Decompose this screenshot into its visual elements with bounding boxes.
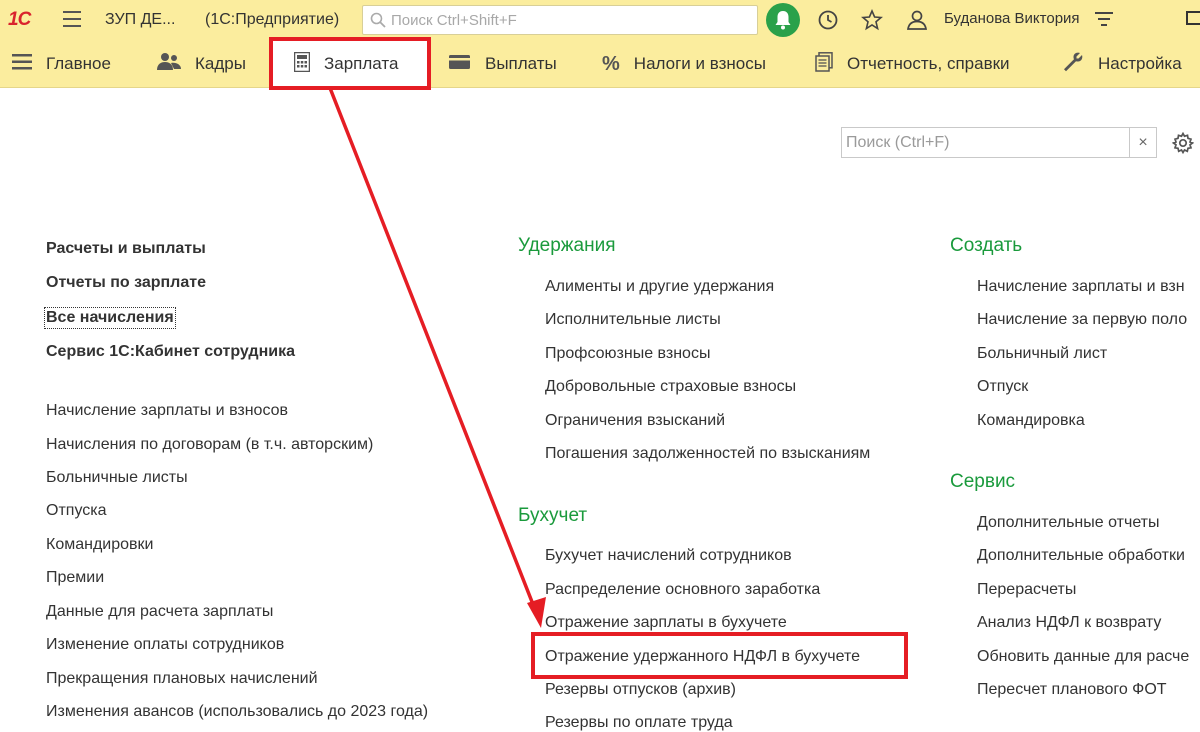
- group-title-create: Создать: [950, 235, 1023, 256]
- wrench-icon: [1062, 51, 1084, 78]
- menu-lines-icon: [12, 53, 32, 76]
- list-item[interactable]: Резервы по оплате труда: [545, 714, 733, 732]
- list-item[interactable]: Командировка: [977, 412, 1085, 430]
- section-taxes[interactable]: % Налоги и взносы: [602, 40, 766, 88]
- gear-icon[interactable]: [1172, 132, 1194, 154]
- content-search-placeholder: Поиск (Ctrl+F): [846, 134, 950, 151]
- global-search-placeholder: Поиск Ctrl+Shift+F: [391, 12, 517, 29]
- clear-search-button[interactable]: ×: [1129, 128, 1156, 157]
- people-icon: [157, 52, 181, 77]
- link-employee-cabinet-service[interactable]: Сервис 1С:Кабинет сотрудника: [46, 343, 295, 361]
- top-bar: 1С ЗУП ДЕ... (1С:Предприятие) Поиск Ctrl…: [0, 0, 1200, 40]
- section-label: Настройка: [1098, 54, 1182, 73]
- list-item[interactable]: Алименты и другие удержания: [545, 278, 774, 296]
- section-label: Кадры: [195, 54, 246, 73]
- section-label: Выплаты: [485, 54, 557, 73]
- list-item[interactable]: Начисления по договорам (в т.ч. авторски…: [46, 436, 373, 454]
- list-item[interactable]: Прекращения плановых начислений: [46, 670, 318, 688]
- list-item[interactable]: Дополнительные отчеты: [977, 514, 1160, 532]
- list-item[interactable]: Резервы отпусков (архив): [545, 681, 736, 699]
- list-item[interactable]: Исполнительные листы: [545, 311, 721, 329]
- window-maximize-icon[interactable]: [1186, 9, 1200, 27]
- section-label: Налоги и взносы: [633, 54, 766, 73]
- favorites-star-icon[interactable]: [861, 9, 883, 31]
- list-item[interactable]: Премии: [46, 569, 104, 587]
- list-item[interactable]: Добровольные страховые взносы: [545, 378, 796, 396]
- list-item[interactable]: Данные для расчета зарплаты: [46, 603, 273, 621]
- content-search-input[interactable]: Поиск (Ctrl+F) ×: [841, 127, 1157, 158]
- search-icon: [370, 12, 386, 28]
- settings-menu-icon[interactable]: [1094, 9, 1114, 29]
- user-icon[interactable]: [905, 9, 929, 31]
- app-title: ЗУП ДЕ...: [105, 11, 176, 28]
- history-icon[interactable]: [817, 9, 839, 31]
- notifications-bell-icon[interactable]: [766, 3, 800, 37]
- main-menu-icon[interactable]: [63, 11, 81, 27]
- list-item[interactable]: Больничные листы: [46, 469, 188, 487]
- list-item[interactable]: Отпуск: [977, 378, 1028, 396]
- list-item[interactable]: Начисление зарплаты и взн: [977, 278, 1185, 296]
- link-all-accruals[interactable]: Все начисления: [44, 307, 176, 329]
- list-item[interactable]: Анализ НДФЛ к возврату: [977, 614, 1161, 632]
- wallet-icon: [449, 54, 471, 75]
- section-label: Отчетность, справки: [847, 54, 1010, 73]
- app-logo[interactable]: 1С: [8, 9, 31, 31]
- user-name[interactable]: Буданова Виктория: [944, 10, 1080, 27]
- link-salary-reports[interactable]: Отчеты по зарплате: [46, 274, 206, 292]
- section-main[interactable]: Главное: [12, 40, 111, 88]
- sections-panel: Главное Кадры Зарплата Выплаты % Налоги …: [0, 40, 1200, 88]
- list-item[interactable]: Распределение основного заработка: [545, 581, 820, 599]
- list-item[interactable]: Дополнительные обработки: [977, 547, 1185, 565]
- list-item[interactable]: Пересчет планового ФОТ: [977, 681, 1167, 699]
- link-payroll-payments[interactable]: Расчеты и выплаты: [46, 240, 206, 258]
- group-title-deductions: Удержания: [518, 235, 616, 256]
- list-item[interactable]: Начисление зарплаты и взносов: [46, 402, 288, 420]
- section-payments[interactable]: Выплаты: [449, 40, 557, 88]
- list-item[interactable]: Перерасчеты: [977, 581, 1076, 599]
- group-title-accounting: Бухучет: [518, 505, 588, 526]
- list-item[interactable]: Бухучет начислений сотрудников: [545, 547, 792, 565]
- group-title-service: Сервис: [950, 471, 1016, 492]
- section-reports[interactable]: Отчетность, справки: [815, 40, 1010, 88]
- list-item[interactable]: Обновить данные для расче: [977, 648, 1189, 666]
- list-item[interactable]: Погашения задолженностей по взысканиям: [545, 445, 870, 463]
- list-item[interactable]: Профсоюзные взносы: [545, 345, 710, 363]
- list-item[interactable]: Начисление за первую поло: [977, 311, 1187, 329]
- section-hr[interactable]: Кадры: [157, 40, 246, 88]
- list-item[interactable]: Больничный лист: [977, 345, 1107, 363]
- percent-icon: %: [602, 52, 620, 75]
- app-subtitle: (1С:Предприятие): [205, 11, 340, 28]
- section-label: Главное: [46, 54, 111, 73]
- list-item[interactable]: Отпуска: [46, 502, 107, 520]
- list-item[interactable]: Отражение зарплаты в бухучете: [545, 614, 787, 632]
- section-settings[interactable]: Настройка: [1062, 40, 1182, 88]
- list-item[interactable]: Изменение оплаты сотрудников: [46, 636, 284, 654]
- list-item[interactable]: Командировки: [46, 536, 153, 554]
- documents-icon: [815, 51, 833, 77]
- list-item[interactable]: Изменения авансов (использовались до 202…: [46, 703, 428, 721]
- highlight-ndfl-link: [531, 632, 908, 679]
- global-search-input[interactable]: Поиск Ctrl+Shift+F: [362, 5, 758, 35]
- list-item[interactable]: Ограничения взысканий: [545, 412, 725, 430]
- highlight-salary-section: [269, 37, 431, 90]
